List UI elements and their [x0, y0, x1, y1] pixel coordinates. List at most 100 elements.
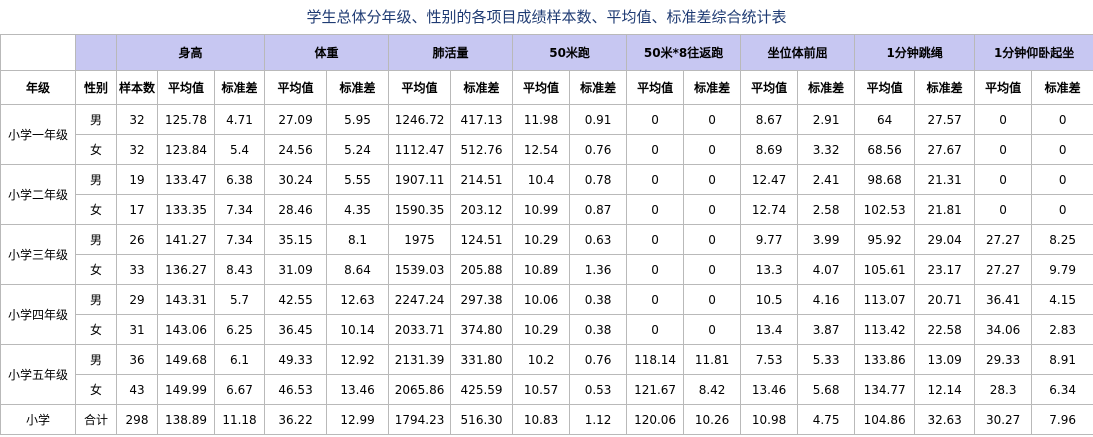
value-cell: 138.89 [157, 404, 215, 435]
value-cell: 10.98 [740, 404, 799, 435]
table-row: 女 17 133.35 7.34 28.46 4.35 1590.35 203.12 10.99… [1, 194, 1093, 225]
value-cell: 1794.23 [388, 404, 452, 435]
value-cell: 0 [1031, 194, 1093, 225]
value-cell: 12.92 [326, 344, 390, 375]
value-cell: 4.07 [797, 254, 856, 285]
value-cell: 42.55 [264, 284, 328, 315]
value-cell: 512.76 [450, 134, 514, 165]
value-cell: 0.63 [569, 224, 628, 255]
header-gender: 性别 [75, 70, 117, 105]
value-cell: 0 [683, 164, 742, 195]
value-cell: 10.29 [512, 224, 571, 255]
value-cell: 11.81 [683, 344, 742, 375]
table-row: 女 31 143.06 6.25 36.45 10.14 2033.71 374.80 10.2… [1, 314, 1093, 345]
header-mean: 平均值 [854, 70, 916, 105]
value-cell: 24.56 [264, 134, 328, 165]
value-cell: 8.43 [213, 254, 266, 285]
value-cell: 4.16 [797, 284, 856, 315]
value-cell: 133.86 [854, 344, 916, 375]
value-cell: 0 [683, 134, 742, 165]
value-cell: 10.2 [512, 344, 571, 375]
value-cell: 1907.11 [388, 164, 452, 195]
header-sd: 标准差 [683, 70, 742, 105]
value-cell: 3.99 [797, 224, 856, 255]
gender-cell: 女 [75, 194, 117, 225]
value-cell: 30.27 [974, 404, 1033, 435]
value-cell: 105.61 [854, 254, 916, 285]
header-sd: 标准差 [450, 70, 514, 105]
header-blank-cell [0, 34, 76, 71]
value-cell: 425.59 [450, 374, 514, 405]
value-cell: 0 [683, 104, 742, 135]
value-cell: 0 [626, 224, 685, 255]
value-cell: 10.5 [740, 284, 799, 315]
value-cell: 297.38 [450, 284, 514, 315]
value-cell: 0 [974, 104, 1033, 135]
value-cell: 0 [1031, 134, 1093, 165]
value-cell: 7.34 [213, 224, 266, 255]
gender-cell: 男 [75, 164, 117, 195]
value-cell: 11.98 [512, 104, 571, 135]
header-mean: 平均值 [974, 70, 1033, 105]
value-cell: 0 [683, 224, 742, 255]
value-cell: 35.15 [264, 224, 328, 255]
value-cell: 0 [1031, 104, 1093, 135]
value-cell: 0 [626, 194, 685, 225]
value-cell: 27.67 [914, 134, 976, 165]
value-cell: 12.14 [914, 374, 976, 405]
value-cell: 33 [116, 254, 158, 285]
value-cell: 125.78 [157, 104, 215, 135]
value-cell: 12.47 [740, 164, 799, 195]
value-cell: 136.27 [157, 254, 215, 285]
value-cell: 0 [683, 194, 742, 225]
header-item: 体重 [264, 34, 390, 71]
value-cell: 0 [974, 164, 1033, 195]
header-sd: 标准差 [326, 70, 390, 105]
value-cell: 13.4 [740, 314, 799, 345]
value-cell: 64 [854, 104, 916, 135]
header-blank-cell [75, 34, 117, 71]
header-sd: 标准差 [569, 70, 628, 105]
value-cell: 12.74 [740, 194, 799, 225]
value-cell: 7.34 [213, 194, 266, 225]
value-cell: 12.99 [326, 404, 390, 435]
header-sd: 标准差 [797, 70, 856, 105]
value-cell: 34.06 [974, 314, 1033, 345]
value-cell: 4.15 [1031, 284, 1093, 315]
value-cell: 2.83 [1031, 314, 1093, 345]
value-cell: 120.06 [626, 404, 685, 435]
value-cell: 9.77 [740, 224, 799, 255]
value-cell: 27.27 [974, 254, 1033, 285]
value-cell: 0 [683, 314, 742, 345]
value-cell: 12.54 [512, 134, 571, 165]
header-mean: 平均值 [512, 70, 571, 105]
table-title: 学生总体分年级、性别的各项目成绩样本数、平均值、标准差综合统计表 [306, 8, 787, 26]
value-cell: 36 [116, 344, 158, 375]
value-cell: 30.24 [264, 164, 328, 195]
value-cell: 1.12 [569, 404, 628, 435]
value-cell: 2033.71 [388, 314, 452, 345]
header-row-measures: 年级 性别 样本数 平均值 标准差 平均值 标准差 平均值 标准差 平均值 标准… [0, 70, 1093, 105]
value-cell: 68.56 [854, 134, 916, 165]
value-cell: 0.76 [569, 344, 628, 375]
value-cell: 124.51 [450, 224, 514, 255]
grade-cell: 小学一年级 [0, 104, 76, 165]
table-row: 小学四年级男 29 143.31 5.7 42.55 12.63 2247.24 297.38… [0, 284, 1093, 345]
value-cell: 214.51 [450, 164, 514, 195]
gender-cell: 男 [75, 224, 117, 255]
table-row: 小学三年级男 26 141.27 7.34 35.15 8.1 1975 124.51 10.2… [0, 224, 1093, 285]
value-cell: 9.79 [1031, 254, 1093, 285]
gender-cell: 女 [75, 314, 117, 345]
grade-cell: 小学五年级 [0, 344, 76, 405]
value-cell: 516.30 [450, 404, 514, 435]
gender-cell: 合计 [75, 404, 117, 435]
header-mean: 平均值 [264, 70, 328, 105]
value-cell: 21.81 [914, 194, 976, 225]
value-cell: 32 [116, 104, 158, 135]
value-cell: 32.63 [914, 404, 976, 435]
value-cell: 10.83 [512, 404, 571, 435]
value-cell: 29 [116, 284, 158, 315]
value-cell: 10.14 [326, 314, 390, 345]
header-sd: 标准差 [213, 70, 266, 105]
value-cell: 0.87 [569, 194, 628, 225]
